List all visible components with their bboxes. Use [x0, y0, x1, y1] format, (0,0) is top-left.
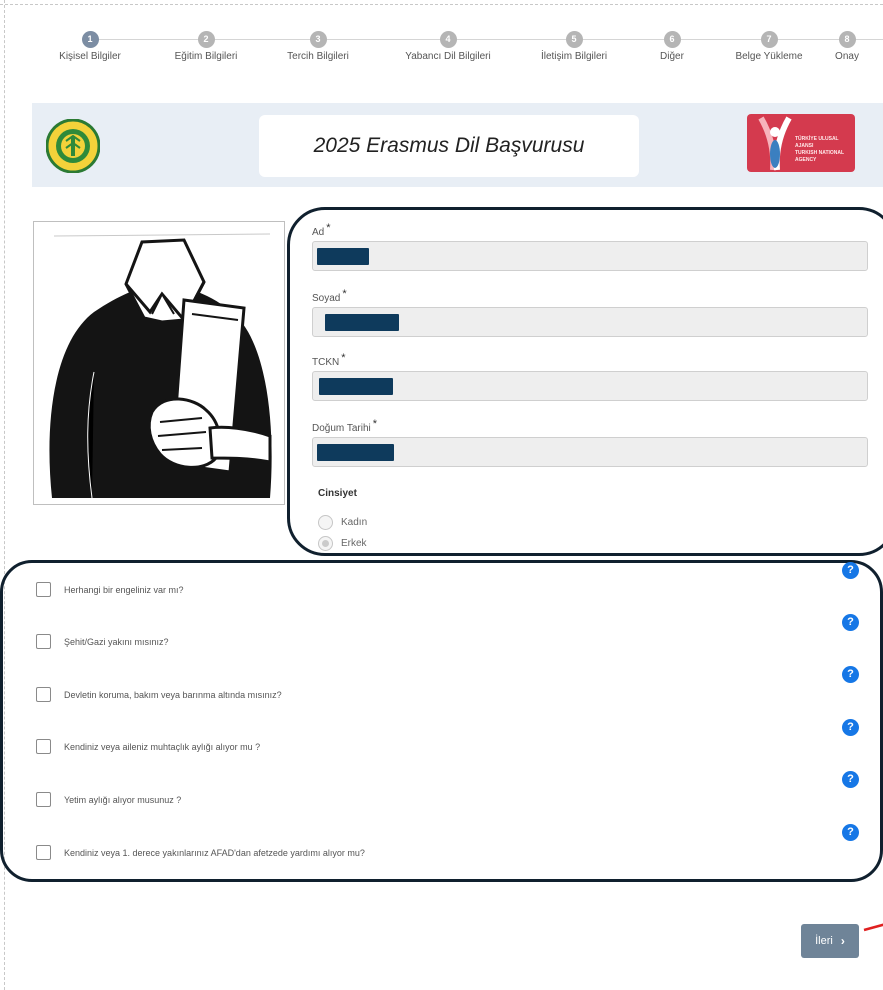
profile-photo[interactable] [33, 221, 285, 505]
header-banner: 2025 Erasmus Dil Başvurusu TÜRKİYE ULUSA… [32, 103, 883, 187]
step-number: 1 [81, 31, 99, 48]
required-mark: * [342, 288, 347, 300]
state-care-checkbox[interactable] [36, 687, 51, 702]
tckn-label: TCKN * [312, 352, 346, 368]
chevron-right-icon: › [840, 934, 845, 948]
question-martyr-veteran[interactable]: Şehit/Gazi yakını mısınız? [36, 634, 169, 649]
first-name-input[interactable] [312, 241, 868, 271]
step-label: Tercih Bilgileri [287, 51, 349, 62]
birth-date-input[interactable] [312, 437, 868, 467]
question-label: Yetim aylığı alıyor musunuz ? [64, 794, 182, 805]
last-name-field: Soyad * [312, 288, 868, 337]
banner-title-box: 2025 Erasmus Dil Başvurusu [259, 115, 639, 177]
national-agency-logo: TÜRKİYE ULUSAL AJANSI TURKISH NATIONAL A… [747, 114, 855, 172]
question-label: Herhangi bir engeliniz var mı? [64, 584, 184, 595]
step-label: Yabancı Dil Bilgileri [405, 51, 491, 62]
step-label: Belge Yükleme [735, 51, 803, 62]
question-label: Kendiniz veya 1. derece yakınlarınız AFA… [64, 847, 365, 858]
male-radio[interactable] [318, 536, 333, 551]
step-number: 7 [760, 31, 778, 48]
wizard-stepper: 1 Kişisel Bilgiler 2 Eğitim Bilgileri 3 … [32, 30, 883, 70]
step-contact-info[interactable]: 5 İletişim Bilgileri [519, 30, 629, 62]
next-button[interactable]: İleri › [801, 924, 859, 958]
gender-group: Cinsiyet Kadın Erkek [318, 488, 367, 551]
disability-checkbox[interactable] [36, 582, 51, 597]
step-language-info[interactable]: 4 Yabancı Dil Bilgileri [393, 30, 503, 62]
question-orphan-allowance[interactable]: Yetim aylığı alıyor musunuz ? [36, 792, 181, 807]
step-label: Eğitim Bilgileri [174, 51, 238, 62]
question-label: Devletin koruma, bakım veya barınma altı… [64, 689, 282, 700]
afad-aid-checkbox[interactable] [36, 845, 51, 860]
last-name-label: Soyad * [312, 288, 347, 304]
page-title: 2025 Erasmus Dil Başvurusu [313, 134, 585, 157]
agency-emblem-icon [758, 116, 792, 171]
tckn-input[interactable] [312, 371, 868, 401]
step-personal-info[interactable]: 1 Kişisel Bilgiler [35, 30, 145, 62]
page-frame-top [0, 4, 883, 5]
step-label: Diğer [660, 51, 684, 62]
female-label: Kadın [341, 517, 368, 528]
step-other[interactable]: 6 Diğer [617, 30, 727, 62]
redacted-value [317, 444, 394, 461]
last-name-input[interactable] [312, 307, 868, 337]
step-label: Onay [835, 51, 859, 62]
gender-option-male[interactable]: Erkek [318, 536, 367, 551]
step-number: 6 [663, 31, 681, 48]
agency-logo-text: TÜRKİYE ULUSAL AJANSI TURKISH NATIONAL A… [795, 136, 844, 163]
step-number: 4 [439, 31, 457, 48]
question-label: Şehit/Gazi yakını mısınız? [64, 636, 169, 647]
step-label: Kişisel Bilgiler [59, 51, 121, 62]
step-number: 3 [309, 31, 327, 48]
step-document-upload[interactable]: 7 Belge Yükleme [714, 30, 824, 62]
redacted-value [317, 248, 369, 265]
help-icon[interactable]: ? [842, 614, 859, 631]
step-preference-info[interactable]: 3 Tercih Bilgileri [263, 30, 373, 62]
step-number: 2 [197, 31, 215, 48]
required-mark: * [372, 418, 378, 430]
first-name-label: Ad * [312, 222, 331, 238]
help-icon[interactable]: ? [842, 824, 859, 841]
step-number: 5 [565, 31, 583, 48]
required-mark: * [341, 352, 346, 364]
help-icon[interactable]: ? [842, 771, 859, 788]
birth-date-label: Doğum Tarihi * [312, 418, 378, 434]
question-poverty-allowance[interactable]: Kendiniz veya aileniz muhtaçlık aylığı a… [36, 739, 260, 754]
gender-title: Cinsiyet [318, 488, 357, 499]
step-confirmation[interactable]: 8 Onay [827, 30, 867, 62]
birth-date-field: Doğum Tarihi * [312, 418, 868, 467]
martyr-veteran-checkbox[interactable] [36, 634, 51, 649]
question-label: Kendiniz veya aileniz muhtaçlık aylığı a… [64, 741, 261, 752]
gender-option-female[interactable]: Kadın [318, 515, 367, 530]
step-label: İletişim Bilgileri [540, 51, 608, 62]
required-mark: * [326, 222, 331, 234]
orphan-allowance-checkbox[interactable] [36, 792, 51, 807]
questions-highlight [0, 560, 883, 882]
help-icon[interactable]: ? [842, 666, 859, 683]
redacted-value [319, 378, 393, 395]
next-button-label: İleri [815, 935, 833, 947]
male-label: Erkek [341, 538, 367, 549]
red-arrow-annotation [863, 923, 883, 932]
first-name-field: Ad * [312, 222, 868, 271]
help-icon[interactable]: ? [842, 562, 859, 579]
tckn-field: TCKN * [312, 352, 868, 401]
help-icon[interactable]: ? [842, 719, 859, 736]
step-education-info[interactable]: 2 Eğitim Bilgileri [151, 30, 261, 62]
poverty-allowance-checkbox[interactable] [36, 739, 51, 754]
question-disability[interactable]: Herhangi bir engeliniz var mı? [36, 582, 184, 597]
step-number: 8 [838, 31, 856, 48]
question-state-care[interactable]: Devletin koruma, bakım veya barınma altı… [36, 687, 282, 702]
question-afad-aid[interactable]: Kendiniz veya 1. derece yakınlarınız AFA… [36, 845, 365, 860]
university-logo [46, 119, 100, 173]
redacted-value [325, 314, 399, 331]
female-radio[interactable] [318, 515, 333, 530]
profile-photo-illustration [34, 222, 284, 504]
